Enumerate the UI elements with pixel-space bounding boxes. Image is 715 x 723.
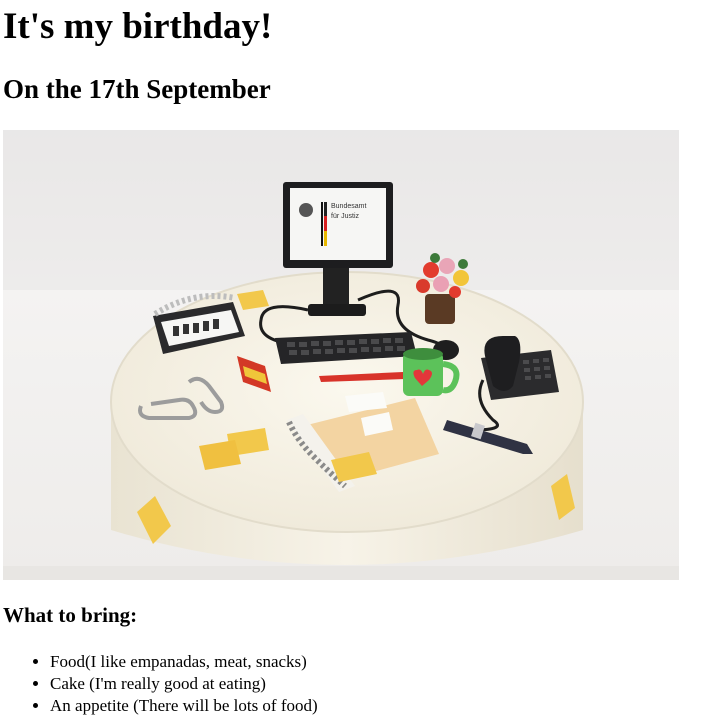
birthday-cake-image: Bundesamt für Justiz (3, 130, 679, 580)
list-item: Cake (I'm really good at eating) (50, 673, 318, 695)
page-title: It's my birthday! (3, 6, 273, 47)
monitor-text-line2: für Justiz (331, 213, 360, 220)
list-item: An appetite (There will be lots of food) (50, 695, 318, 717)
list-item: Food(I like empanadas, meat, snacks) (50, 651, 318, 673)
bring-heading: What to bring: (3, 603, 138, 627)
page-subtitle: On the 17th September (3, 74, 271, 104)
bring-list: Food(I like empanadas, meat, snacks) Cak… (3, 651, 318, 717)
monitor-text-line1: Bundesamt (331, 203, 366, 210)
